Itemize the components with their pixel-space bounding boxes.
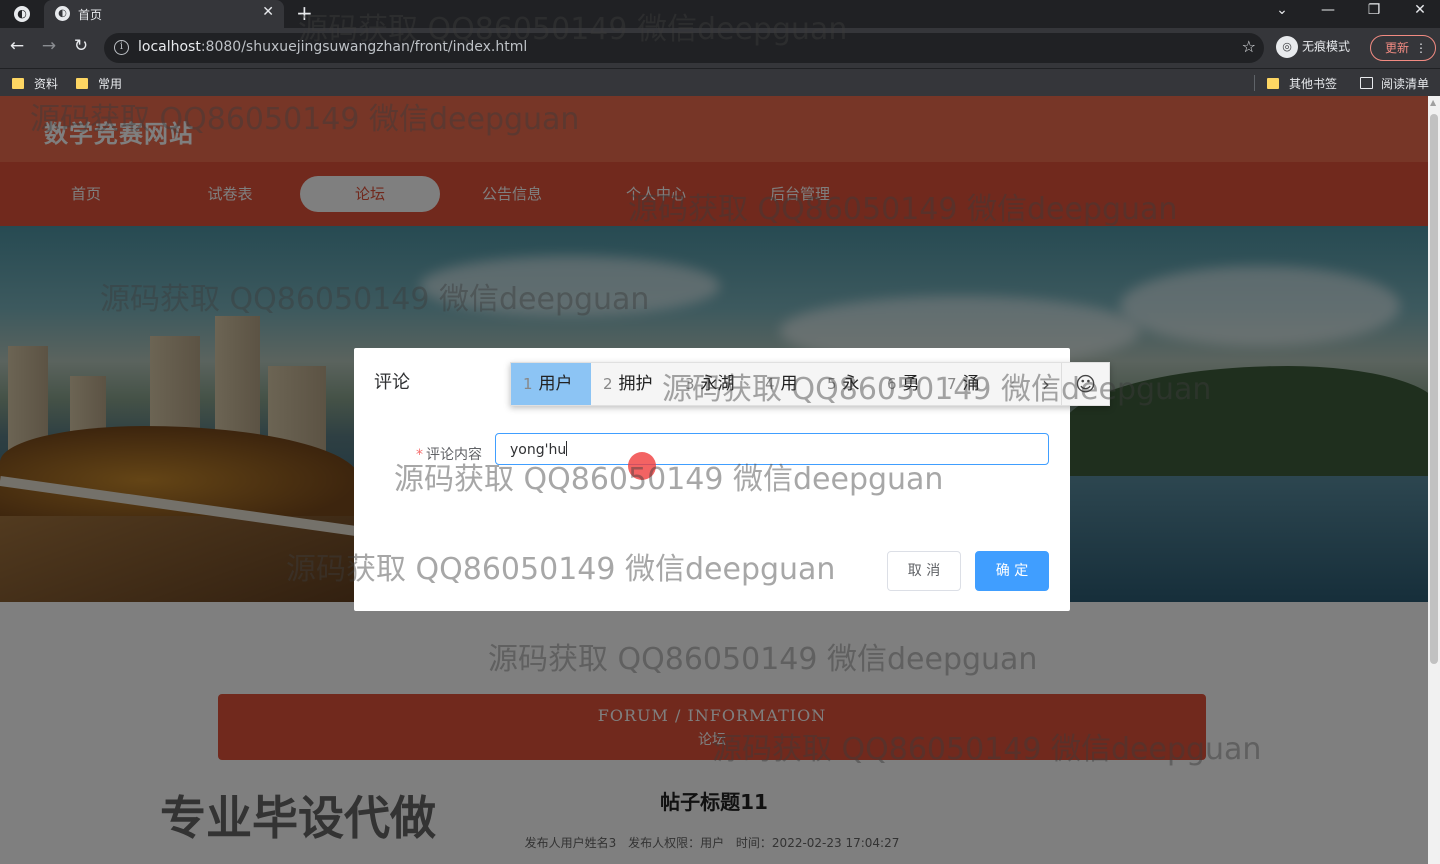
ime-candidate[interactable]: 1 用户 [511,363,591,405]
reading-list[interactable]: 阅读清单 [1360,75,1429,92]
ime-candidate[interactable]: 6勇 [875,363,932,405]
scroll-up-icon[interactable]: ▲ [1430,98,1436,107]
promo-overlay-text: 专业毕设代做 [160,791,436,845]
comment-input[interactable]: yong'hu [495,433,1049,465]
bookmarks-bar: 资料 常用 其他书签 阅读清单 [0,68,1440,96]
bookmark-star-icon[interactable]: ☆ [1242,37,1256,56]
ime-prev-icon[interactable]: ‹ [997,363,1027,405]
comment-input-value: yong'hu [510,442,567,458]
update-button[interactable]: 更新 ⋮ [1370,35,1436,61]
emoji-icon[interactable]: ☺ [1061,363,1109,405]
ime-candidate[interactable]: 3 永湖 [673,363,747,405]
ime-candidate[interactable]: 4用 [753,363,810,405]
tab-search-icon[interactable]: ◐ [14,6,30,22]
site-info-icon[interactable]: i [114,40,129,55]
restore-icon[interactable]: ❐ [1362,2,1386,18]
incognito-icon: ◎ [1276,36,1298,58]
url-text[interactable]: localhost:8080/shuxuejingsuwangzhan/fron… [138,39,527,55]
ime-candidate[interactable]: 2 拥护 [591,363,665,405]
folder-icon [12,78,24,89]
text-caret [566,441,568,456]
minimize-icon[interactable]: — [1316,2,1340,18]
reload-icon[interactable]: ↻ [70,36,92,56]
mouse-cursor-indicator [628,452,656,480]
ime-candidate[interactable]: 5永 [815,363,872,405]
bookmark-separator [1254,75,1255,91]
tab-search-dropdown-icon[interactable]: ⌄ [1270,2,1294,18]
back-icon[interactable]: ← [6,36,28,56]
ime-next-icon[interactable]: › [1031,363,1061,405]
folder-icon [76,78,88,89]
required-mark: * [416,447,423,463]
forward-icon[interactable]: → [38,36,60,56]
scrollbar-thumb[interactable] [1430,114,1438,664]
folder-icon [1267,78,1279,89]
confirm-button[interactable]: 确 定 [975,551,1049,591]
browser-tab[interactable]: ◐ 首页 ✕ [44,0,284,28]
reading-list-icon [1360,77,1373,89]
bookmark-folder[interactable]: 资料 [12,75,58,92]
browser-tab-bar: ◐ ◐ 首页 ✕ + ⌄ — ❐ ✕ [0,0,1440,28]
incognito-indicator[interactable]: ◎ 无痕模式 [1276,36,1350,58]
bookmark-folder[interactable]: 常用 [76,75,122,92]
cancel-button[interactable]: 取 消 [887,551,961,591]
menu-dots-icon[interactable]: ⋮ [1415,36,1427,60]
dialog-title: 评论 [374,372,410,393]
page-viewport: 数学竞赛网站 首页 试卷表 论坛 公告信息 个人中心 后台管理 FORUM / … [0,96,1428,864]
new-tab-icon[interactable]: + [296,1,313,25]
page-scrollbar[interactable]: ▲ [1428,96,1440,864]
close-window-icon[interactable]: ✕ [1408,2,1432,18]
tab-title: 首页 [78,8,103,22]
ime-candidate-bar: 1 用户 2 拥护 3 永湖 4用 5永 6勇 7涌 ‹ › ☺ [510,362,1110,406]
other-bookmarks[interactable]: 其他书签 [1267,75,1337,92]
address-bar[interactable]: i localhost:8080/shuxuejingsuwangzhan/fr… [104,33,1264,63]
tab-close-icon[interactable]: ✕ [262,4,274,20]
browser-toolbar: ← → ↻ i localhost:8080/shuxuejingsuwangz… [0,28,1440,68]
globe-icon: ◐ [55,6,70,21]
comment-field-label: * 评论内容 [416,447,482,463]
ime-candidate[interactable]: 7涌 [935,363,992,405]
